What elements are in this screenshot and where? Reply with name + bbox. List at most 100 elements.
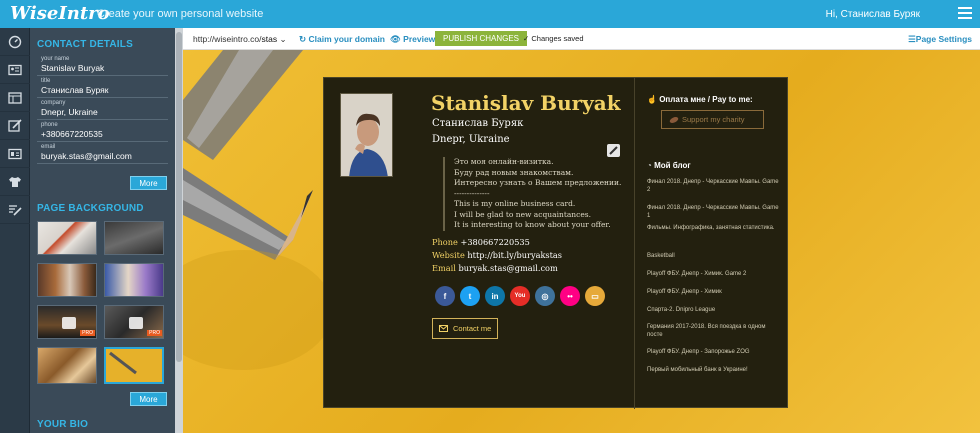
support-charity-button[interactable]: Support my charity — [661, 110, 764, 129]
instagram-icon[interactable]: ◎ — [535, 286, 555, 306]
contact-details-heading: CONTACT DETAILS — [37, 39, 133, 50]
blog-item[interactable]: Финал 2018. Днепр - Черкасские Мавпы. Ga… — [647, 204, 782, 220]
envelope-icon — [439, 325, 448, 332]
charity-label: Support my charity — [682, 115, 745, 124]
url-prefix: http://wiseintro.co/ — [193, 34, 262, 44]
blog-heading: ◔ Мой блог — [647, 161, 691, 170]
publish-button[interactable]: PUBLISH CHANGES — [435, 31, 528, 46]
field-label: your name — [41, 56, 70, 62]
field-label: title — [41, 78, 51, 84]
name-input[interactable]: Stanislav Buryak — [41, 63, 164, 73]
background-thumb[interactable] — [37, 263, 97, 297]
blog-item[interactable]: Playoff ФБУ. Днепр - Запорожье ZOG — [647, 348, 782, 356]
pro-badge: PRO — [147, 330, 162, 336]
dashboard-icon[interactable] — [0, 28, 30, 56]
blog-item[interactable]: Playoff ФБУ. Днепр - Химик — [647, 288, 782, 296]
card-icon[interactable] — [0, 56, 30, 84]
title-input[interactable]: Станислав Буряк — [41, 85, 164, 95]
facebook-icon[interactable]: f — [435, 286, 455, 306]
background-more-button[interactable]: More — [130, 392, 167, 406]
background-thumb[interactable]: PRO — [37, 305, 97, 339]
pay-heading-label: Оплата мне / Pay to me: — [659, 95, 753, 104]
pencil-icon[interactable] — [607, 144, 620, 157]
youtube-icon[interactable]: You — [510, 286, 530, 306]
website-link[interactable]: http://bit.ly/buryakstas — [467, 250, 562, 260]
page-settings-link[interactable]: ☰Page Settings — [908, 34, 972, 45]
video-play-icon — [62, 317, 76, 329]
background-thumb[interactable] — [104, 221, 164, 255]
url-slug[interactable]: stas — [262, 34, 278, 44]
menu-icon[interactable] — [958, 7, 972, 19]
edit-list-icon[interactable] — [0, 196, 30, 224]
video-play-icon — [129, 317, 143, 329]
panel-scrollbar[interactable] — [175, 28, 183, 433]
leaf-icon — [669, 117, 679, 123]
blog-heading-label: Мой блог — [654, 161, 691, 170]
profile-title[interactable]: Станислав Буряк — [432, 118, 523, 129]
page-background-heading: PAGE BACKGROUND — [37, 203, 144, 214]
pay-heading: ☝ Оплата мне / Pay to me: — [647, 95, 753, 104]
layout-icon[interactable] — [0, 84, 30, 112]
preview-label: Preview — [403, 34, 436, 44]
tagline: Create your own personal website — [97, 8, 264, 20]
page-settings-label: Page Settings — [915, 34, 972, 44]
rss-icon: ◔ — [647, 161, 655, 170]
user-greeting[interactable]: Hi, Станислав Буряк — [826, 9, 920, 20]
card-sidebar: ☝ Оплата мне / Pay to me: Support my cha… — [634, 78, 789, 409]
design-icon[interactable] — [0, 112, 30, 140]
bio-text[interactable]: Это моя онлайн-визитка. Буду рад новым з… — [443, 157, 621, 231]
top-bar: WiseIntro Create your own personal websi… — [0, 0, 980, 28]
phone-key: Phone — [432, 237, 458, 247]
background-thumb[interactable]: PRO — [104, 305, 164, 339]
flickr-icon[interactable]: •• — [560, 286, 580, 306]
blog-item[interactable]: Финал 2018. Днепр - Черкасские Мавпы. Ga… — [647, 178, 782, 194]
blog-item[interactable]: Playoff ФБУ. Днепр - Химик. Game 2 — [647, 270, 782, 278]
contact-info: Phone +380667220535 Website http://bit.l… — [432, 236, 562, 275]
email-link[interactable]: buryak.stas@gmail.com — [458, 263, 557, 273]
background-thumb[interactable] — [37, 221, 97, 255]
blog-item[interactable]: Basketball — [647, 252, 782, 260]
preview-link[interactable]: 👁 Preview — [390, 34, 435, 45]
name-field[interactable]: your name Stanislav Buryak — [37, 54, 168, 76]
site-url[interactable]: http://wiseintro.co/stas ⌄ — [193, 34, 287, 45]
profile-icon[interactable] — [0, 140, 30, 168]
editor-panel: CONTACT DETAILS your name Stanislav Bury… — [30, 28, 175, 433]
profile-company[interactable]: Dnepr, Ukraine — [432, 134, 510, 145]
chevron-down-icon[interactable]: ⌄ — [279, 34, 286, 44]
twitter-icon[interactable]: t — [460, 286, 480, 306]
background-thumb[interactable] — [37, 347, 97, 384]
background-thumb-selected[interactable] — [104, 347, 164, 384]
logo[interactable]: WiseIntro — [10, 3, 110, 24]
blog-item[interactable]: Спарта-2. Dnipro League — [647, 306, 782, 314]
profile-photo[interactable] — [340, 93, 393, 177]
profile-name[interactable]: Stanislav Buryak — [431, 91, 621, 115]
blog-item[interactable]: Первый мобильный банк в Украине! — [647, 366, 782, 374]
email-line: Email buryak.stas@gmail.com — [432, 262, 562, 275]
phone-input[interactable]: +380667220535 — [41, 129, 164, 139]
email-input[interactable]: buryak.stas@gmail.com — [41, 151, 164, 161]
url-toolbar: http://wiseintro.co/stas ⌄ ↻ Claim your … — [183, 28, 980, 50]
phone-field[interactable]: phone +380667220535 — [37, 120, 168, 142]
claim-domain-link[interactable]: ↻ Claim your domain — [299, 34, 385, 45]
contact-me-label: Contact me — [453, 324, 492, 333]
scrollbar-thumb[interactable] — [176, 32, 182, 362]
claim-label: Claim your domain — [308, 34, 385, 44]
phone-value[interactable]: +380667220535 — [460, 237, 529, 247]
company-input[interactable]: Dnepr, Ukraine — [41, 107, 164, 117]
tshirt-icon[interactable] — [0, 168, 30, 196]
contact-me-button[interactable]: Contact me — [432, 318, 498, 339]
blogger-icon[interactable]: ▭ — [585, 286, 605, 306]
company-field[interactable]: company Dnepr, Ukraine — [37, 98, 168, 120]
hand-pointer-icon: ☝ — [647, 95, 660, 104]
blog-item[interactable]: Фильмы. Инфографика, занятная статистика… — [647, 224, 782, 232]
profile-card: Stanislav Buryak Станислав Буряк Dnepr, … — [323, 77, 789, 409]
list-icon: ☰ — [908, 34, 916, 44]
contact-more-button[interactable]: More — [130, 176, 167, 190]
background-thumb[interactable] — [104, 263, 164, 297]
blog-item[interactable]: Германия 2017-2018. Вся поездка в одном … — [647, 323, 782, 339]
email-field[interactable]: email buryak.stas@gmail.com — [37, 142, 168, 164]
your-bio-heading: YOUR BIO — [37, 419, 89, 430]
linkedin-icon[interactable]: in — [485, 286, 505, 306]
title-field[interactable]: title Станислав Буряк — [37, 76, 168, 98]
phone-line: Phone +380667220535 — [432, 236, 562, 249]
